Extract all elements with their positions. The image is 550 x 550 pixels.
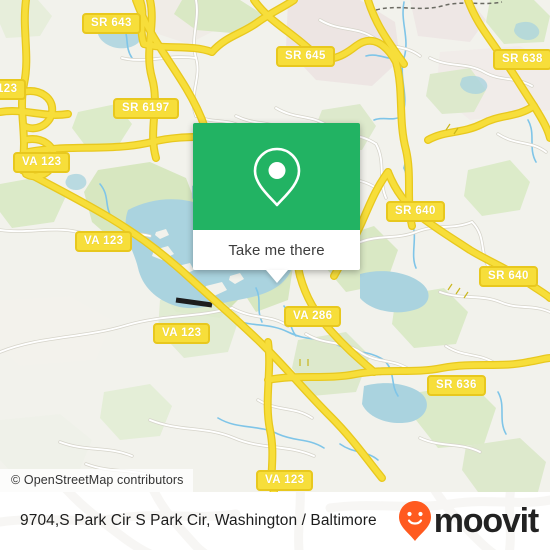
road-shield: SR 640	[386, 201, 445, 222]
road-shield: VA 286	[284, 306, 342, 327]
map-pin-icon	[253, 147, 300, 206]
popup-pointer	[265, 270, 288, 283]
road-shield: VA 123	[153, 323, 211, 344]
moovit-pin-smiley-icon	[398, 501, 431, 541]
road-shield: SR 638	[493, 49, 550, 70]
road-shield: VA 123	[13, 152, 71, 173]
map-attribution[interactable]: © OpenStreetMap contributors	[0, 469, 193, 492]
road-shield: VA 123	[256, 470, 314, 491]
road-shield: 123	[0, 79, 27, 100]
road-shield: SR 6197	[113, 98, 179, 119]
footer-bar: 9704,S Park Cir S Park Cir, Washington /…	[0, 492, 550, 550]
road-shield: SR 645	[276, 46, 335, 67]
location-title: 9704,S Park Cir S Park Cir, Washington /…	[20, 512, 377, 529]
popup-footer[interactable]: Take me there	[193, 230, 360, 283]
popup-header	[193, 123, 360, 230]
road-shield: SR 643	[82, 13, 141, 34]
road-shield: SR 636	[427, 375, 486, 396]
moovit-wordmark: moovit	[433, 502, 539, 540]
take-me-there-button[interactable]: Take me there	[228, 242, 324, 259]
location-popup[interactable]: Take me there	[193, 123, 360, 283]
map-canvas[interactable]: SR 643 SR 645 SR 638 123 SR 6197 VA 123 …	[0, 0, 550, 492]
road-shield: VA 123	[75, 231, 133, 252]
map-screenshot: SR 643 SR 645 SR 638 123 SR 6197 VA 123 …	[0, 0, 550, 550]
road-shield: SR 640	[479, 266, 538, 287]
moovit-logo[interactable]: moovit	[398, 500, 539, 542]
